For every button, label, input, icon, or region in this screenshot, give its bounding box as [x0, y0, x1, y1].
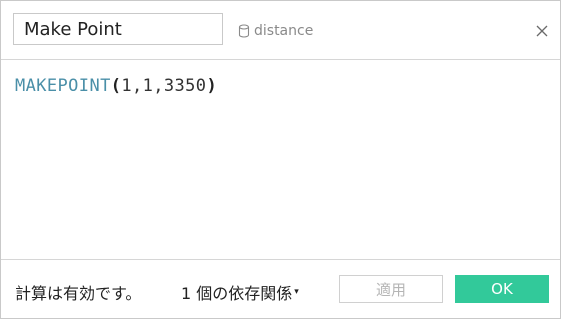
formula-line: MAKEPOINT(1,1,3350) — [15, 76, 217, 96]
apply-button[interactable]: 適用 — [339, 275, 443, 303]
formula-arguments: 1,1,3350 — [121, 76, 207, 96]
dialog-footer: 計算は有効です。 1 個の依存関係 ▾ 適用 OK — [1, 259, 560, 319]
dependencies-label: 1 個の依存関係 — [181, 284, 293, 303]
database-icon — [238, 24, 250, 38]
ok-button[interactable]: OK — [455, 275, 549, 303]
dependencies-dropdown[interactable]: 1 個の依存関係 ▾ — [181, 280, 299, 304]
close-icon — [536, 22, 548, 41]
calculation-name-input[interactable] — [13, 13, 223, 45]
calculation-editor-dialog: distance MAKEPOINT(1,1,3350) 計算は有効です。 1 … — [0, 0, 561, 319]
datasource-indicator: distance — [238, 21, 313, 41]
formula-editor[interactable]: MAKEPOINT(1,1,3350) — [1, 60, 560, 258]
formula-function-name: MAKEPOINT — [15, 76, 111, 96]
chevron-down-icon: ▾ — [294, 287, 299, 297]
dialog-header: distance — [1, 1, 560, 60]
validation-status: 計算は有効です。 — [15, 284, 142, 303]
datasource-name: distance — [254, 23, 314, 39]
formula-open-paren: ( — [110, 76, 122, 96]
formula-close-paren: ) — [206, 76, 218, 96]
close-button[interactable] — [532, 21, 552, 41]
